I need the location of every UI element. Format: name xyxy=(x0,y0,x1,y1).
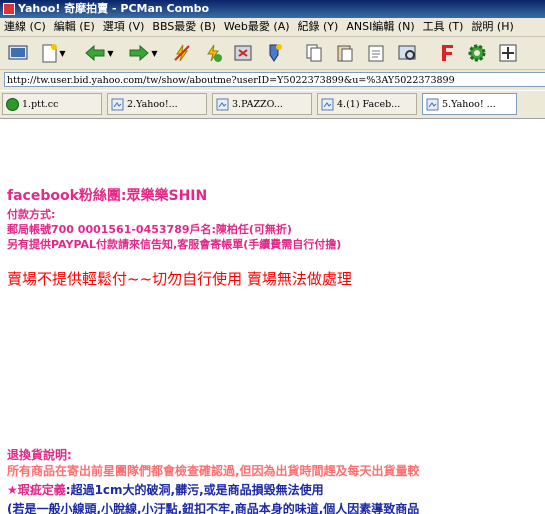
chevron-down-icon[interactable]: ▼ xyxy=(59,49,65,58)
minor-flaw-note: (若是一般小線頭,小脫線,小汙點,鈕扣不牢,商品本身的味道,個人因素導致商品 xyxy=(7,502,420,514)
title-bar: Yahoo! 奇摩拍賣 - PCMan Combo xyxy=(0,0,545,18)
menu-help[interactable]: 說明 (H) xyxy=(467,18,517,36)
new-icon xyxy=(42,44,58,63)
connect-button[interactable] xyxy=(6,41,30,65)
tab-label: 4.(1) Faceb... xyxy=(337,99,401,110)
menu-edit[interactable]: 編輯 (E) xyxy=(50,18,99,36)
web-page-icon xyxy=(426,98,439,111)
clipboard-icon xyxy=(368,45,384,62)
pin-icon xyxy=(269,44,282,62)
new-button[interactable]: ▼ xyxy=(38,41,68,65)
fullscreen-icon xyxy=(499,44,517,62)
payment-paypal-note: 另有提供PAYPAL付款請來信告知,客服會寄帳單(手續費需自行付擔) xyxy=(7,238,342,251)
tab-2[interactable]: 2.Yahoo!... xyxy=(107,93,207,115)
tab-bar: 1.ptt.cc 2.Yahoo!... 3.PAZZO... 4.(1) Fa… xyxy=(0,91,545,119)
close-all-icon xyxy=(234,45,252,61)
reconnect-icon xyxy=(207,44,222,62)
tab-3[interactable]: 3.PAZZO... xyxy=(212,93,312,115)
tab-label: 3.PAZZO... xyxy=(232,99,283,110)
defect-label: 瑕疵定義 xyxy=(17,483,66,497)
tab-1[interactable]: 1.ptt.cc xyxy=(2,93,102,115)
toolbar: ▼ ▼ ▼ xyxy=(0,37,545,70)
reconnect-button[interactable] xyxy=(201,41,225,65)
return-policy-line: 所有商品在寄出前星團隊們都會檢查確認過,但因為出貨時間趕及每天出貨量較 xyxy=(7,464,420,478)
tab-4[interactable]: 4.(1) Faceb... xyxy=(317,93,417,115)
screenshot-icon xyxy=(398,45,416,60)
menu-tools[interactable]: 工具 (T) xyxy=(419,18,468,36)
close-all-button[interactable] xyxy=(231,41,255,65)
copy-button[interactable] xyxy=(302,41,326,65)
tab-label: 1.ptt.cc xyxy=(22,99,59,110)
app-icon xyxy=(3,3,15,15)
menu-bar: 連線 (C) 編輯 (E) 選項 (V) BBS最愛 (B) Web最愛 (A) 紀錄 (… xyxy=(0,18,545,37)
clipboard-button[interactable] xyxy=(364,41,388,65)
chevron-down-icon[interactable]: ▼ xyxy=(107,49,113,58)
font-icon xyxy=(442,45,453,61)
page-content: facebook粉絲團:眾樂樂SHIN 付款方式: 郵局帳號700 000156… xyxy=(0,119,545,514)
back-button[interactable]: ▼ xyxy=(82,41,116,65)
connect-icon xyxy=(8,45,28,60)
paste-button[interactable] xyxy=(333,41,357,65)
menu-connect[interactable]: 連線 (C) xyxy=(0,18,50,36)
address-bar: http://tw.user.bid.yahoo.com/tw/show/abo… xyxy=(0,70,545,90)
defect-text: :超過1cm大的破洞,髒污,或是商品損毀無法使用 xyxy=(65,483,324,497)
web-page-icon xyxy=(216,98,229,111)
settings-icon xyxy=(468,44,486,62)
payment-account: 郵局帳號700 0001561-0453789戶名:陳柏任(可無折) xyxy=(7,223,292,236)
paste-icon xyxy=(337,45,353,62)
chevron-down-icon[interactable]: ▼ xyxy=(151,49,157,58)
back-icon xyxy=(85,44,105,62)
window-title: Yahoo! 奇摩拍賣 - PCMan Combo xyxy=(18,2,210,15)
menu-history[interactable]: 紀錄 (Y) xyxy=(294,18,343,36)
no-easypay-warning: 賣場不提供輕鬆付~~切勿自行使用 賣場無法做處理 xyxy=(7,270,352,288)
fullscreen-button[interactable] xyxy=(496,41,520,65)
tab-label: 5.Yahoo! ... xyxy=(442,99,496,110)
settings-button[interactable] xyxy=(465,41,489,65)
url-input[interactable]: http://tw.user.bid.yahoo.com/tw/show/abo… xyxy=(4,72,545,87)
green-dot-icon xyxy=(6,98,19,111)
star-icon: ★ xyxy=(7,483,18,497)
disconnect-icon xyxy=(174,44,190,62)
screenshot-button[interactable] xyxy=(395,41,419,65)
forward-icon xyxy=(129,44,150,62)
return-policy-heading: 退換貨說明: xyxy=(7,448,72,462)
disconnect-button[interactable] xyxy=(170,41,194,65)
menu-ansi-edit[interactable]: ANSI編輯 (N) xyxy=(342,18,418,36)
payment-heading: 付款方式: xyxy=(7,208,56,221)
menu-web-favorites[interactable]: Web最愛 (A) xyxy=(220,18,294,36)
tab-label: 2.Yahoo!... xyxy=(127,99,178,110)
facebook-fanpage-line: facebook粉絲團:眾樂樂SHIN xyxy=(7,188,208,204)
menu-bbs-favorites[interactable]: BBS最愛 (B) xyxy=(148,18,220,36)
pin-button[interactable] xyxy=(262,41,286,65)
defect-definition: ★瑕疵定義:超過1cm大的破洞,髒污,或是商品損毀無法使用 xyxy=(7,481,324,498)
copy-icon xyxy=(306,44,322,62)
menu-options[interactable]: 選項 (V) xyxy=(99,18,149,36)
web-page-icon xyxy=(321,98,334,111)
tab-5-active[interactable]: 5.Yahoo! ... xyxy=(422,93,517,115)
font-button[interactable] xyxy=(435,41,459,65)
web-page-icon xyxy=(111,98,124,111)
forward-button[interactable]: ▼ xyxy=(126,41,160,65)
